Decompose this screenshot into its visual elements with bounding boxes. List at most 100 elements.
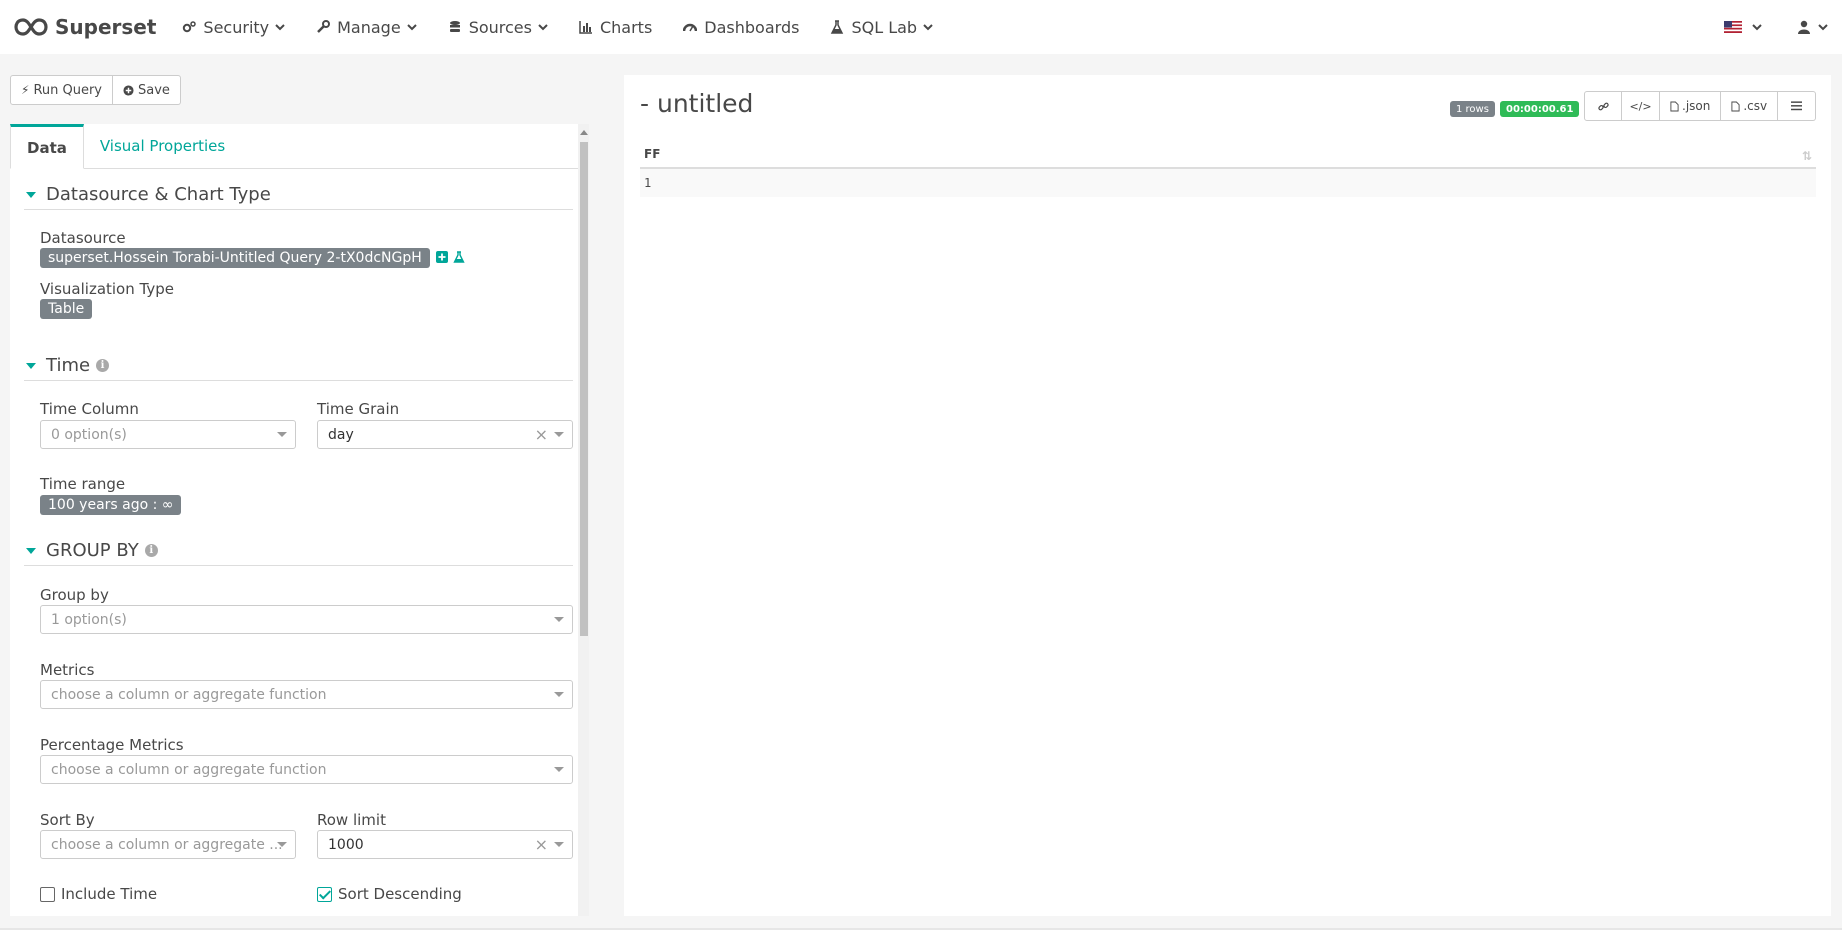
scroll-up-arrow-icon[interactable]	[580, 130, 588, 135]
sort-by-select[interactable]: choose a column or aggregate ...	[40, 830, 296, 859]
caret-down-icon	[26, 362, 36, 369]
run-query-label: Run Query	[33, 82, 103, 98]
group-by-label: Group by	[40, 586, 109, 604]
language-menu[interactable]	[1724, 21, 1762, 33]
scroll-thumb[interactable]	[580, 142, 588, 636]
time-grain-label: Time Grain	[317, 400, 400, 418]
nav-dashboards[interactable]: Dashboards	[683, 0, 799, 54]
wrench-icon	[317, 20, 331, 33]
query-toolbar: ⚡︎ Run Query Save	[10, 75, 181, 105]
nav-manage[interactable]: Manage	[316, 0, 417, 54]
nav-sources[interactable]: Sources	[448, 0, 548, 54]
results-table: FF ⇅ 1	[640, 141, 1816, 197]
control-panel-scrollbar[interactable]	[578, 124, 589, 916]
section-title: GROUP BY	[46, 540, 139, 561]
sort-descending-label: Sort Descending	[338, 885, 462, 903]
nav-security-label: Security	[203, 17, 270, 37]
embed-code-button[interactable]: </>	[1622, 91, 1660, 121]
superset-logo-icon	[14, 18, 48, 36]
dropdown-arrow-icon	[554, 432, 564, 437]
user-icon	[1798, 20, 1810, 34]
chart-container: - untitled 1 rows 00:00:00.61 </> .json …	[624, 75, 1831, 916]
table-row: 1	[640, 169, 1816, 197]
nav-sql-lab[interactable]: SQL Lab	[830, 0, 933, 54]
sort-by-placeholder: choose a column or aggregate ...	[51, 836, 283, 853]
sort-icon[interactable]: ⇅	[1802, 149, 1812, 163]
chevron-down-icon	[406, 23, 417, 30]
table-cell: 1	[644, 176, 652, 190]
section-datasource-chart-type[interactable]: Datasource & Chart Type	[24, 180, 573, 210]
dropdown-arrow-icon	[554, 842, 564, 847]
caret-down-icon	[26, 191, 36, 198]
control-panel: Data Visual Properties Datasource & Char…	[10, 124, 589, 916]
dropdown-arrow-icon	[277, 432, 287, 437]
column-header-ff[interactable]: FF ⇅	[640, 141, 1816, 169]
nav-charts-label: Charts	[599, 17, 653, 37]
dropdown-arrow-icon	[277, 842, 287, 847]
flask-icon	[831, 20, 844, 34]
metrics-placeholder: choose a column or aggregate function	[51, 686, 327, 703]
clear-icon[interactable]: ×	[535, 425, 548, 444]
percentage-metrics-placeholder: choose a column or aggregate function	[51, 761, 327, 778]
info-icon[interactable]: i	[144, 544, 158, 557]
caret-down-icon	[26, 547, 36, 554]
viz-type-value[interactable]: Table	[40, 299, 93, 319]
user-menu[interactable]	[1798, 20, 1828, 34]
tab-visual-properties[interactable]: Visual Properties	[84, 124, 241, 168]
info-icon[interactable]: i	[96, 359, 110, 372]
group-by-select[interactable]: 1 option(s)	[40, 605, 573, 634]
sort-descending-checkbox[interactable]	[317, 887, 332, 902]
clear-icon[interactable]: ×	[535, 835, 548, 854]
time-range-value[interactable]: 100 years ago : ∞	[40, 495, 182, 515]
more-menu-button[interactable]	[1778, 91, 1817, 121]
bolt-icon: ⚡︎	[21, 83, 30, 97]
export-csv-button[interactable]: .csv	[1721, 91, 1779, 121]
datasource-value[interactable]: superset.Hossein Torabi-Untitled Query 2…	[40, 248, 430, 268]
link-icon	[1597, 102, 1609, 110]
export-json-button[interactable]: .json	[1660, 91, 1722, 121]
include-time-checkbox[interactable]	[40, 887, 55, 902]
section-title: Datasource & Chart Type	[46, 184, 271, 205]
chevron-down-icon	[1752, 23, 1762, 30]
bar-chart-icon	[579, 21, 592, 34]
brand[interactable]: Superset	[14, 0, 156, 54]
nav-charts[interactable]: Charts	[579, 0, 652, 54]
section-title: Time	[46, 355, 91, 376]
save-button[interactable]: Save	[113, 75, 181, 105]
time-column-label: Time Column	[40, 400, 139, 418]
nav-dashboards-label: Dashboards	[704, 17, 800, 37]
time-column-placeholder: 0 option(s)	[51, 426, 127, 443]
nav-sources-label: Sources	[468, 17, 532, 37]
chevron-down-icon	[923, 23, 933, 30]
chevron-down-icon	[538, 23, 548, 30]
bars-icon	[1791, 101, 1803, 111]
file-icon	[1731, 101, 1740, 111]
plus-circle-icon	[123, 84, 134, 96]
row-limit-label: Row limit	[317, 811, 386, 829]
tab-data[interactable]: Data	[10, 124, 84, 169]
plus-square-icon[interactable]	[436, 251, 448, 263]
share-link-button[interactable]	[1584, 91, 1622, 121]
viz-type-label: Visualization Type	[40, 280, 174, 298]
section-group-by[interactable]: GROUP BY i	[24, 536, 573, 566]
time-column-select[interactable]: 0 option(s)	[40, 420, 296, 449]
chevron-down-icon	[1818, 23, 1828, 30]
time-grain-value: day	[328, 426, 354, 443]
run-query-button[interactable]: ⚡︎ Run Query	[10, 75, 114, 105]
chart-actions: </> .json .csv	[1584, 91, 1817, 121]
metrics-label: Metrics	[40, 661, 95, 679]
percentage-metrics-select[interactable]: choose a column or aggregate function	[40, 755, 573, 784]
metrics-select[interactable]: choose a column or aggregate function	[40, 680, 573, 709]
brand-name: Superset	[55, 15, 157, 39]
nav-sql-lab-label: SQL Lab	[851, 17, 918, 37]
row-limit-select[interactable]: 1000 ×	[317, 830, 573, 859]
time-grain-select[interactable]: day ×	[317, 420, 573, 449]
sort-by-label: Sort By	[40, 811, 95, 829]
dashboard-icon	[683, 23, 698, 32]
section-time[interactable]: Time i	[24, 351, 573, 381]
nav-security[interactable]: Security	[182, 0, 285, 54]
file-icon	[1670, 101, 1679, 111]
datasource-label: Datasource	[40, 229, 126, 247]
chart-title[interactable]: - untitled	[640, 89, 753, 118]
flask-icon[interactable]	[453, 251, 465, 263]
